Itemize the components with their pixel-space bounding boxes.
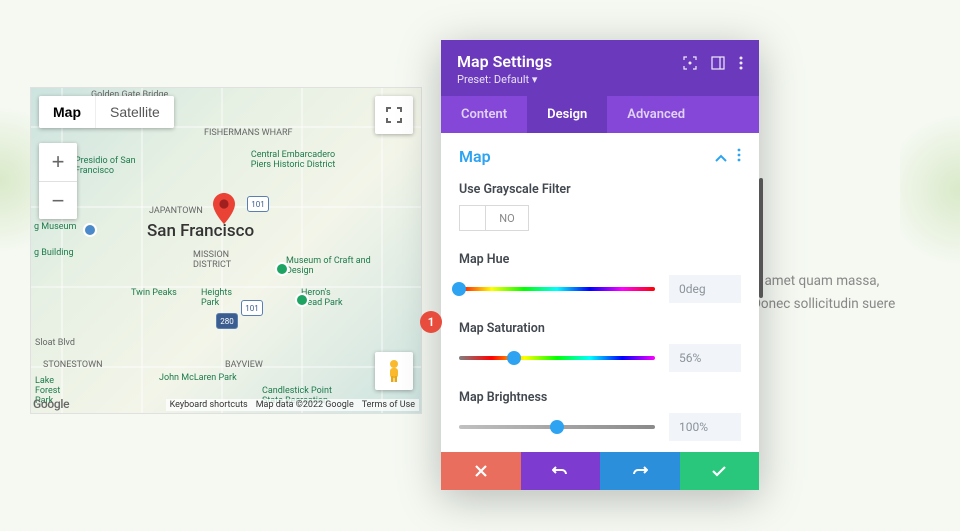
undo-icon [552, 464, 568, 478]
zoom-control: + − [39, 143, 77, 219]
bg-decoration [0, 80, 30, 280]
poi-mclaren: John McLaren Park [159, 373, 237, 383]
hwy-shield-101: 101 [247, 196, 269, 212]
streetview-pegman[interactable] [375, 352, 413, 390]
panel-body: Map Use Grayscale Filter NO Map Hue 0deg [441, 133, 759, 452]
map-city-label: San Francisco [147, 221, 254, 241]
slider-thumb[interactable] [550, 420, 564, 434]
brightness-value-input[interactable]: 100% [669, 413, 741, 441]
scrollbar-thumb[interactable] [759, 178, 763, 298]
poi-bayview: BAYVIEW [225, 360, 263, 370]
poi-heights: Heights Park [201, 288, 241, 308]
panel-title: Map Settings [457, 52, 552, 71]
map-type-switch: Map Satellite [39, 96, 174, 128]
fullscreen-icon [386, 107, 402, 123]
attribution-terms[interactable]: Terms of Use [358, 399, 419, 411]
hue-value-input[interactable]: 0deg [669, 275, 741, 303]
panel-header[interactable]: Map Settings Preset: Default ▾ [441, 40, 759, 96]
label-saturation: Map Saturation [459, 321, 741, 336]
panel-tabs: Content Design Advanced [441, 96, 759, 133]
grayscale-toggle[interactable]: NO [459, 205, 529, 231]
map-type-satellite-button[interactable]: Satellite [95, 96, 174, 128]
attribution-data: Map data ©2022 Google [252, 399, 358, 411]
toggle-text-no: NO [486, 212, 528, 225]
map-attribution: Keyboard shortcuts Map data ©2022 Google… [166, 399, 419, 411]
focus-icon[interactable] [683, 55, 697, 74]
map-type-map-button[interactable]: Map [39, 96, 95, 128]
label-hue: Map Hue [459, 252, 741, 267]
annotation-badge-1: 1 [420, 311, 442, 333]
map-marker-icon[interactable] [213, 193, 235, 225]
chevron-up-icon[interactable] [715, 147, 727, 166]
slider-thumb[interactable] [507, 351, 521, 365]
zoom-in-button[interactable]: + [39, 143, 77, 181]
poi-icon [275, 262, 289, 276]
more-icon[interactable] [739, 55, 743, 74]
poi-icon [295, 293, 309, 307]
slider-track [459, 287, 655, 291]
panel-preset-dropdown[interactable]: Preset: Default ▾ [457, 73, 552, 86]
section-map[interactable]: Map [459, 147, 741, 166]
poi-twin-peaks: Twin Peaks [131, 288, 177, 298]
attribution-shortcuts[interactable]: Keyboard shortcuts [166, 399, 252, 411]
undo-button[interactable] [521, 452, 601, 490]
slider-thumb[interactable] [452, 282, 466, 296]
save-button[interactable] [680, 452, 760, 490]
check-icon [711, 465, 727, 477]
tab-advanced[interactable]: Advanced [607, 96, 705, 133]
section-more-icon[interactable] [737, 147, 741, 166]
poi-museum-craft: Museum of Craft and Design [286, 256, 376, 276]
map-container[interactable]: Golden Gate Bridge FISHERMANS WHARF Cent… [30, 87, 422, 414]
redo-icon [632, 464, 648, 478]
poi-mission: MISSION DISTRICT [193, 250, 243, 270]
brightness-slider[interactable] [459, 418, 655, 436]
google-logo: Google [33, 397, 69, 411]
poi-embarcadero: Central Embarcadero Piers Historic Distr… [243, 150, 343, 170]
zoom-out-button[interactable]: − [39, 181, 77, 219]
fullscreen-button[interactable] [375, 96, 413, 134]
bg-decoration [900, 100, 960, 280]
pegman-icon [385, 359, 403, 383]
close-icon [474, 464, 488, 478]
poi-fishermans: FISHERMANS WHARF [204, 128, 293, 138]
redo-button[interactable] [600, 452, 680, 490]
poi-icon [83, 223, 97, 237]
hwy-shield-280: 280 [216, 313, 238, 329]
poi-g-museum: g Museum [34, 222, 76, 232]
label-brightness: Map Brightness [459, 390, 741, 405]
saturation-slider[interactable] [459, 349, 655, 367]
saturation-value-input[interactable]: 56% [669, 344, 741, 372]
toggle-handle [460, 206, 486, 230]
cancel-button[interactable] [441, 452, 521, 490]
slider-track [459, 356, 655, 360]
poi-japantown: JAPANTOWN [149, 206, 203, 216]
sidebar-toggle-icon[interactable] [711, 55, 725, 74]
tab-content[interactable]: Content [441, 96, 527, 133]
hue-slider[interactable] [459, 280, 655, 298]
poi-sloat: Sloat Blvd [35, 338, 75, 348]
poi-g-building: g Building [34, 248, 74, 258]
poi-stonestown: STONESTOWN [43, 360, 103, 370]
label-grayscale: Use Grayscale Filter [459, 182, 741, 197]
hwy-shield-101: 101 [241, 300, 263, 316]
map-settings-panel: Map Settings Preset: Default ▾ Content D… [441, 40, 759, 490]
section-label: Map [459, 147, 491, 166]
tab-design[interactable]: Design [527, 96, 607, 133]
poi-presidio: Presidio of San Francisco [75, 156, 149, 176]
panel-footer [441, 452, 759, 490]
